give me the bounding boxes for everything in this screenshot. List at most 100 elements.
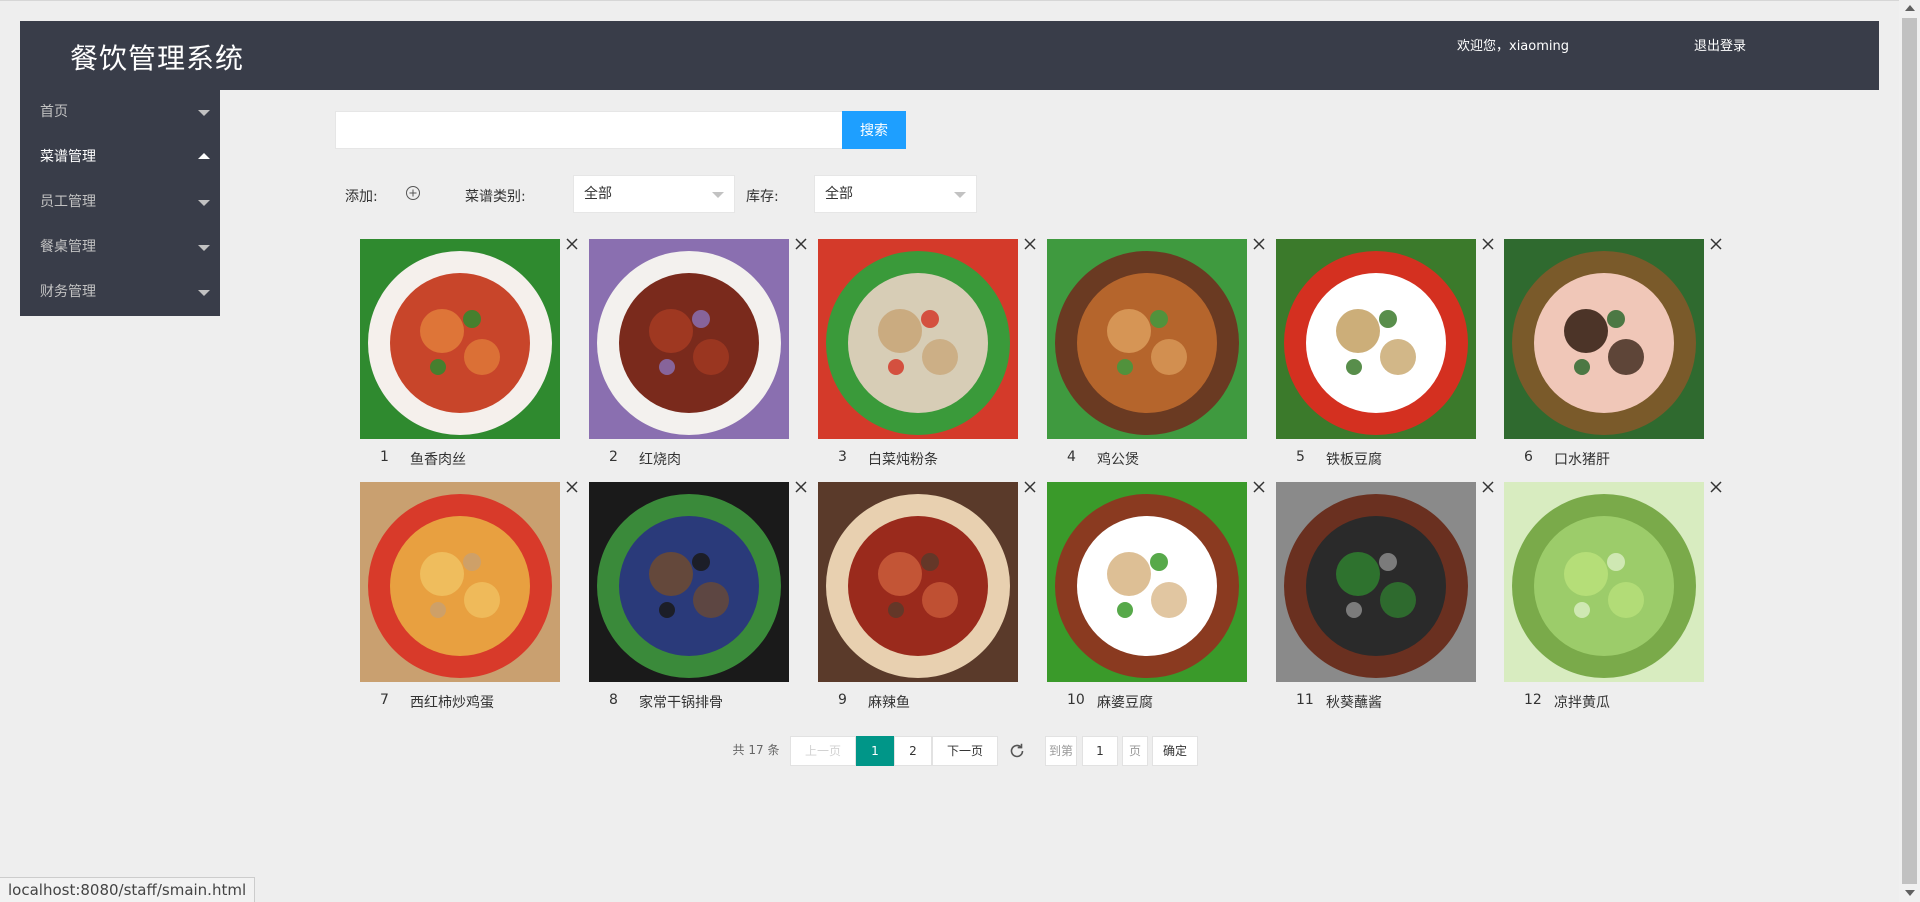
- dish-card: 11 秋葵蘸酱: [1276, 481, 1494, 712]
- dish-photo[interactable]: [589, 239, 789, 439]
- scroll-up-arrow-icon[interactable]: [1905, 5, 1915, 11]
- dropdown-arrow-icon: [712, 192, 724, 198]
- goto-confirm-button[interactable]: 确定: [1152, 736, 1198, 766]
- top-header: 餐饮管理系统 欢迎您，xiaoming 退出登录: [20, 21, 1879, 90]
- dish-name: 西红柿炒鸡蛋: [410, 695, 494, 711]
- delete-dish-close-icon[interactable]: [1023, 237, 1037, 251]
- dish-photo[interactable]: [589, 482, 789, 682]
- pagination-total: 共 17 条: [732, 743, 780, 757]
- delete-dish-close-icon[interactable]: [1481, 480, 1495, 494]
- dish-card: 10 麻婆豆腐: [1047, 481, 1265, 712]
- dish-card: 2 红烧肉: [589, 238, 807, 469]
- dish-image: [1047, 482, 1247, 682]
- dish-image: [1504, 239, 1704, 439]
- search-input[interactable]: [335, 111, 843, 149]
- dish-number: 10: [1067, 692, 1085, 708]
- sidebar-item-label: 菜谱管理: [40, 149, 96, 165]
- delete-dish-close-icon[interactable]: [1252, 480, 1266, 494]
- browser-status-bar: localhost:8080/staff/smain.html: [0, 877, 256, 902]
- scroll-down-arrow-icon[interactable]: [1905, 890, 1915, 896]
- dish-name: 铁板豆腐: [1326, 452, 1382, 468]
- sidebar-item-finance-management[interactable]: 财务管理: [20, 270, 220, 315]
- delete-dish-close-icon[interactable]: [1709, 237, 1723, 251]
- dropdown-arrow-icon: [954, 192, 966, 198]
- sidebar-nav: 首页 菜谱管理 员工管理 餐桌管理 财务管理: [20, 90, 220, 316]
- stock-select[interactable]: 全部: [814, 175, 977, 213]
- page-button-2[interactable]: 2: [894, 736, 932, 766]
- dish-photo[interactable]: [360, 482, 560, 682]
- dish-name: 白菜炖粉条: [868, 452, 938, 468]
- dish-photo[interactable]: [1276, 482, 1476, 682]
- stock-select-value: 全部: [825, 186, 853, 202]
- chevron-down-icon: [198, 290, 210, 296]
- dish-card: 9 麻辣鱼: [818, 481, 1036, 712]
- category-select-value: 全部: [584, 186, 612, 202]
- search-button[interactable]: 搜索: [842, 111, 906, 149]
- dish-number: 8: [609, 692, 618, 708]
- add-label: 添加:: [345, 189, 378, 205]
- vertical-scrollbar[interactable]: [1899, 0, 1920, 902]
- dish-image: [589, 482, 789, 682]
- prev-page-button[interactable]: 上一页: [790, 736, 856, 766]
- delete-dish-close-icon[interactable]: [1252, 237, 1266, 251]
- logout-link[interactable]: 退出登录: [1694, 35, 1746, 54]
- chevron-down-icon: [198, 245, 210, 251]
- dish-image: [360, 239, 560, 439]
- next-page-button[interactable]: 下一页: [932, 736, 998, 766]
- delete-dish-close-icon[interactable]: [1481, 237, 1495, 251]
- dish-card: 4 鸡公煲: [1047, 238, 1265, 469]
- dish-number: 1: [380, 449, 389, 465]
- dish-image: [1047, 239, 1247, 439]
- dish-image: [589, 239, 789, 439]
- scrollbar-thumb[interactable]: [1902, 18, 1917, 884]
- dish-photo[interactable]: [1504, 482, 1704, 682]
- dish-photo[interactable]: [1276, 239, 1476, 439]
- dish-image: [1276, 482, 1476, 682]
- dish-name: 麻辣鱼: [868, 695, 910, 711]
- dish-photo[interactable]: [818, 482, 1018, 682]
- goto-page-input[interactable]: 1: [1082, 736, 1118, 766]
- dish-image: [818, 482, 1018, 682]
- delete-dish-close-icon[interactable]: [794, 237, 808, 251]
- dish-photo[interactable]: [1504, 239, 1704, 439]
- dish-number: 2: [609, 449, 618, 465]
- delete-dish-close-icon[interactable]: [1023, 480, 1037, 494]
- refresh-icon[interactable]: [1007, 741, 1027, 761]
- delete-dish-close-icon[interactable]: [565, 237, 579, 251]
- delete-dish-close-icon[interactable]: [794, 480, 808, 494]
- dish-photo[interactable]: [360, 239, 560, 439]
- sidebar-item-staff-management[interactable]: 员工管理: [20, 180, 220, 225]
- dish-name: 鸡公煲: [1097, 452, 1139, 468]
- dish-photo[interactable]: [1047, 239, 1247, 439]
- add-circle-icon[interactable]: [405, 185, 421, 201]
- dish-name: 凉拌黄瓜: [1554, 695, 1610, 711]
- dish-card: 12 凉拌黄瓜: [1504, 481, 1722, 712]
- app-title: 餐饮管理系统: [70, 42, 245, 75]
- delete-dish-close-icon[interactable]: [565, 480, 579, 494]
- dish-card: 8 家常干锅排骨: [589, 481, 807, 712]
- category-select[interactable]: 全部: [573, 175, 735, 213]
- dish-photo[interactable]: [1047, 482, 1247, 682]
- delete-dish-close-icon[interactable]: [1709, 480, 1723, 494]
- dish-number: 6: [1524, 449, 1533, 465]
- dish-image: [1276, 239, 1476, 439]
- dish-name: 秋葵蘸酱: [1326, 695, 1382, 711]
- dish-name: 鱼香肉丝: [410, 452, 466, 468]
- sidebar-item-label: 餐桌管理: [40, 239, 96, 255]
- sidebar-item-menu-management[interactable]: 菜谱管理: [20, 135, 220, 180]
- page-button-1[interactable]: 1: [856, 736, 894, 766]
- dish-image: [818, 239, 1018, 439]
- sidebar-item-label: 财务管理: [40, 284, 96, 300]
- dish-card: 5 铁板豆腐: [1276, 238, 1494, 469]
- dish-photo[interactable]: [818, 239, 1018, 439]
- dish-name: 红烧肉: [639, 452, 681, 468]
- chevron-down-icon: [198, 110, 210, 116]
- stock-label: 库存:: [746, 189, 779, 205]
- dish-card: 6 口水猪肝: [1504, 238, 1722, 469]
- dish-number: 12: [1524, 692, 1542, 708]
- goto-label: 到第: [1045, 736, 1077, 766]
- sidebar-item-home[interactable]: 首页: [20, 90, 220, 135]
- sidebar-item-table-management[interactable]: 餐桌管理: [20, 225, 220, 270]
- dish-number: 4: [1067, 449, 1076, 465]
- dish-number: 3: [838, 449, 847, 465]
